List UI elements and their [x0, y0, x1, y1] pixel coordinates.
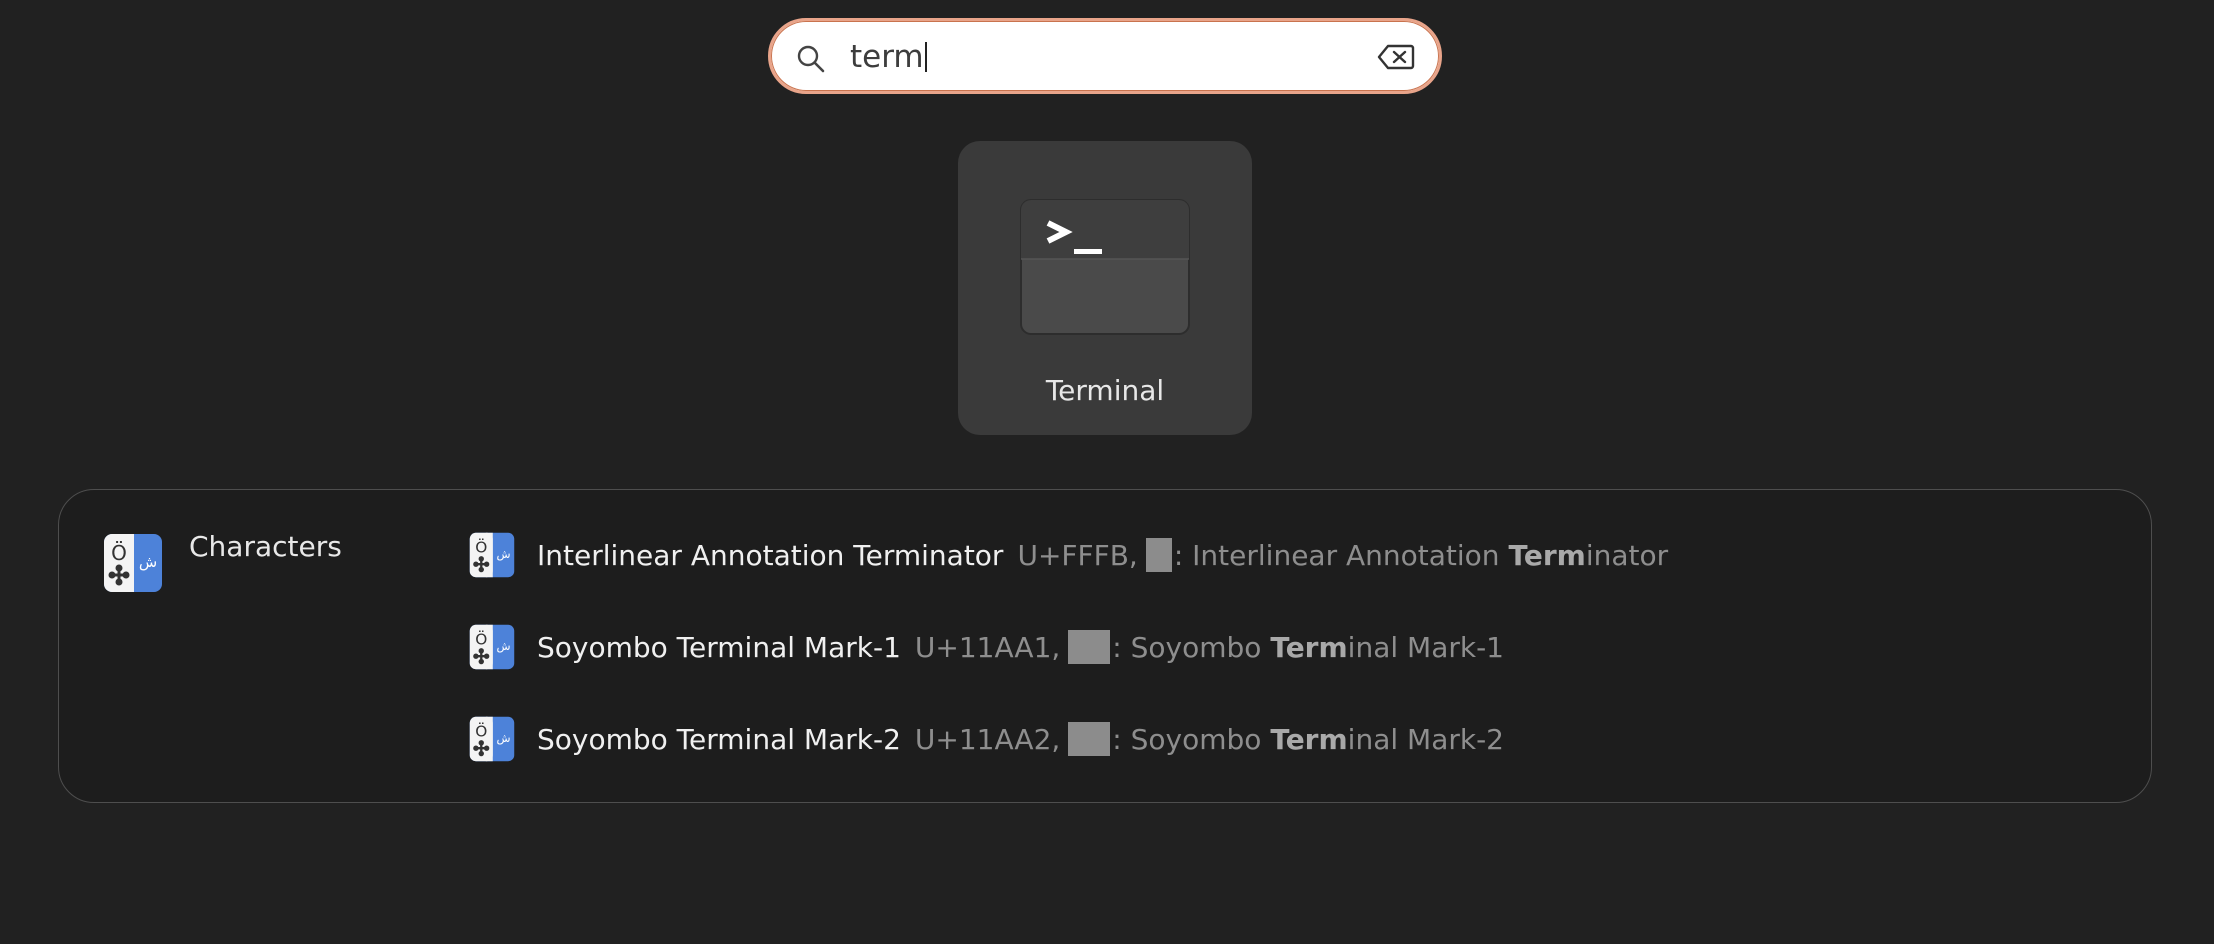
clear-search-icon[interactable] [1377, 43, 1415, 71]
search-query: term [850, 39, 924, 75]
result-desc-match: Term [1270, 630, 1348, 664]
result-description: U+11AA1, : Soyombo Term inal Mark-1 [915, 630, 1504, 664]
character-result-soyombo-terminal-mark-1[interactable]: Soyombo Terminal Mark-1 U+11AA1, : Soyom… [469, 617, 1504, 677]
result-codepoint: U+11AA2, [914, 722, 1061, 756]
app-search-overview: term Terminal Characters Interlinear Ann… [0, 0, 2214, 944]
character-glyph-placeholder [1068, 630, 1111, 664]
characters-icon [469, 624, 515, 670]
character-glyph-placeholder [1068, 722, 1111, 756]
result-codepoint: U+FFFB, [1017, 538, 1138, 572]
provider-name[interactable]: Characters [189, 530, 342, 563]
result-codepoint: U+11AA1, [914, 630, 1061, 664]
result-desc-prefix: : Soyombo [1112, 630, 1271, 664]
app-result-terminal[interactable]: Terminal [958, 141, 1252, 435]
result-desc-prefix: : Interlinear Annotation [1173, 538, 1509, 572]
character-result-soyombo-terminal-mark-2[interactable]: Soyombo Terminal Mark-2 U+11AA2, : Soyom… [469, 709, 1504, 769]
result-desc-prefix: : Soyombo [1112, 722, 1271, 756]
result-desc-match: Term [1270, 722, 1348, 756]
result-desc-suffix: inal Mark-1 [1347, 630, 1504, 664]
terminal-icon [1020, 199, 1190, 335]
result-title: Soyombo Terminal Mark-2 [537, 722, 901, 756]
result-description: U+FFFB, : Interlinear Annotation Term ina… [1017, 538, 1668, 572]
characters-provider-results: Characters Interlinear Annotation Termin… [58, 489, 2152, 803]
character-glyph-placeholder [1145, 538, 1172, 572]
characters-icon [469, 532, 515, 578]
text-cursor [924, 42, 927, 72]
result-description: U+11AA2, : Soyombo Term inal Mark-2 [915, 722, 1504, 756]
search-icon [797, 45, 825, 73]
result-desc-suffix: inator [1585, 538, 1669, 572]
characters-icon [469, 716, 515, 762]
search-entry[interactable]: term [768, 18, 1442, 94]
result-title: Soyombo Terminal Mark-1 [537, 630, 901, 664]
characters-app-icon[interactable] [103, 533, 163, 593]
search-input[interactable]: term [850, 37, 927, 77]
app-result-label: Terminal [1045, 374, 1165, 407]
result-desc-suffix: inal Mark-2 [1347, 722, 1504, 756]
result-desc-match: Term [1508, 538, 1586, 572]
result-title: Interlinear Annotation Terminator [537, 538, 1004, 572]
character-result-interlinear-annotation-terminator[interactable]: Interlinear Annotation Terminator U+FFFB… [469, 525, 1668, 585]
